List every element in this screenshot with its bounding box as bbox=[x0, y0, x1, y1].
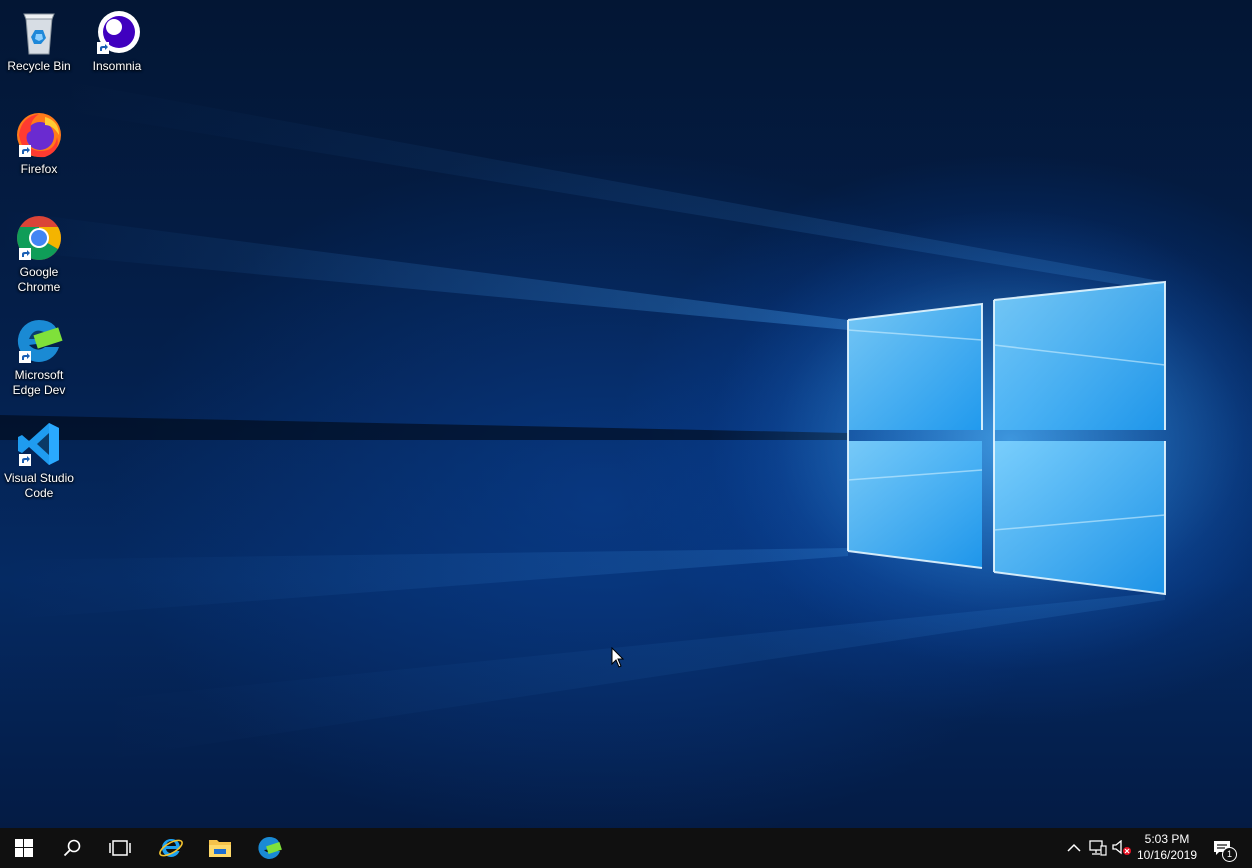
insomnia-label: Insomnia bbox=[92, 59, 142, 73]
shortcut-arrow-icon bbox=[19, 351, 31, 363]
file-explorer-taskbar-button[interactable] bbox=[196, 828, 244, 868]
chrome-desktop-icon[interactable]: Google Chrome bbox=[1, 214, 77, 295]
recycle-bin-desktop-icon[interactable]: Recycle Bin bbox=[1, 8, 77, 74]
file-explorer-icon bbox=[209, 840, 231, 857]
mouse-cursor-icon bbox=[611, 647, 625, 668]
edge-dev-icon bbox=[15, 317, 63, 365]
search-button[interactable] bbox=[48, 828, 96, 868]
chrome-label: Google Chrome bbox=[17, 265, 61, 294]
show-hidden-icons-button[interactable] bbox=[1064, 838, 1084, 858]
firefox-icon bbox=[15, 111, 63, 159]
edge-dev-label: Microsoft Edge Dev bbox=[12, 368, 66, 397]
vscode-desktop-icon[interactable]: Visual Studio Code bbox=[1, 420, 77, 501]
network-button[interactable] bbox=[1088, 838, 1108, 858]
insomnia-icon bbox=[93, 8, 141, 56]
shortcut-arrow-icon bbox=[97, 42, 109, 54]
shortcut-arrow-icon bbox=[19, 454, 31, 466]
search-icon bbox=[63, 839, 81, 857]
internet-explorer-taskbar-button[interactable] bbox=[147, 828, 195, 868]
edge-dev-icon bbox=[258, 837, 282, 859]
vscode-label: Visual Studio Code bbox=[4, 471, 74, 500]
windows-logo-wallpaper bbox=[0, 80, 1252, 760]
internet-explorer-icon bbox=[159, 839, 183, 857]
chevron-up-icon bbox=[1067, 843, 1081, 852]
insomnia-desktop-icon[interactable]: Insomnia bbox=[79, 8, 155, 74]
edge-dev-taskbar-button[interactable] bbox=[245, 828, 293, 868]
shortcut-arrow-icon bbox=[19, 248, 31, 260]
notification-count-badge: 1 bbox=[1222, 847, 1237, 862]
shortcut-arrow-icon bbox=[19, 145, 31, 157]
vscode-icon bbox=[15, 420, 63, 468]
firefox-label: Firefox bbox=[20, 162, 58, 176]
chrome-icon bbox=[15, 214, 63, 262]
firefox-desktop-icon[interactable]: Firefox bbox=[1, 111, 77, 177]
desktop[interactable]: Recycle Bin Insomnia Firefox Google Chro… bbox=[0, 0, 1252, 828]
clock-date: 10/16/2019 bbox=[1136, 848, 1198, 862]
recycle-bin-icon bbox=[15, 8, 63, 56]
network-icon bbox=[1089, 840, 1107, 856]
edge-dev-desktop-icon[interactable]: Microsoft Edge Dev bbox=[1, 317, 77, 398]
task-view-button[interactable] bbox=[96, 828, 144, 868]
action-center-button[interactable]: 1 bbox=[1209, 838, 1237, 862]
taskbar: 5:03 PM 10/16/2019 1 bbox=[0, 828, 1252, 868]
start-button[interactable] bbox=[0, 828, 48, 868]
task-view-icon bbox=[109, 840, 131, 856]
volume-button[interactable] bbox=[1112, 838, 1132, 858]
start-icon bbox=[15, 839, 33, 857]
volume-muted-icon bbox=[1112, 840, 1131, 855]
recycle-bin-label: Recycle Bin bbox=[7, 59, 71, 73]
clock-time: 5:03 PM bbox=[1144, 832, 1190, 846]
clock[interactable]: 5:03 PM 10/16/2019 bbox=[1134, 831, 1200, 863]
